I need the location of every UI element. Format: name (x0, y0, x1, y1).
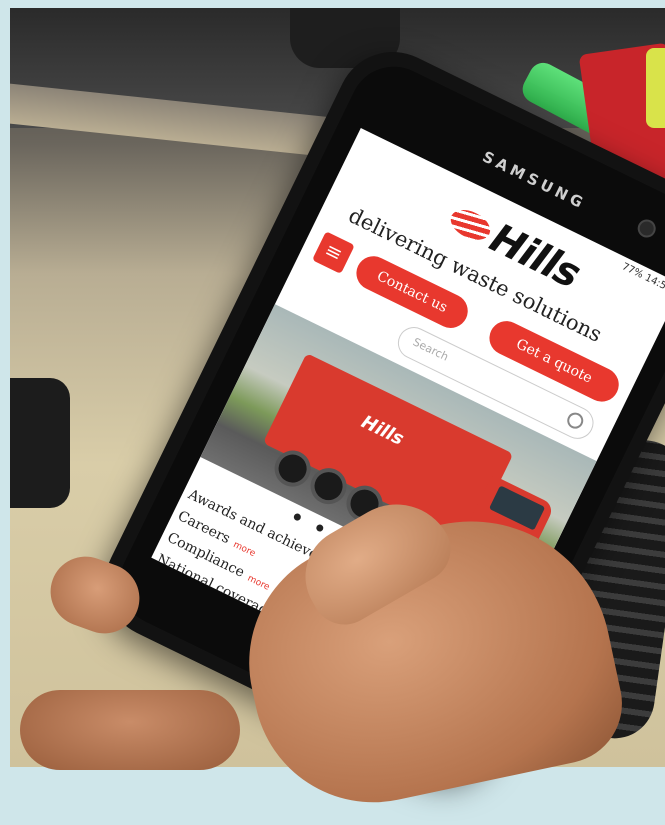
slider-dot[interactable] (292, 512, 303, 522)
hamburger-icon[interactable]: ≡ (312, 231, 355, 275)
more-link[interactable]: more (207, 608, 232, 627)
search-placeholder: Search (410, 335, 451, 364)
slider-dot[interactable] (315, 523, 325, 533)
magnifier-icon[interactable] (564, 409, 586, 432)
finger (20, 690, 240, 770)
logo-swoosh-icon (445, 203, 496, 246)
more-link[interactable]: more (246, 574, 271, 593)
more-link[interactable]: more (231, 540, 256, 559)
yellow-object (646, 48, 665, 128)
dark-object (10, 378, 70, 508)
status-bar: 77% 14:56 (620, 261, 665, 295)
